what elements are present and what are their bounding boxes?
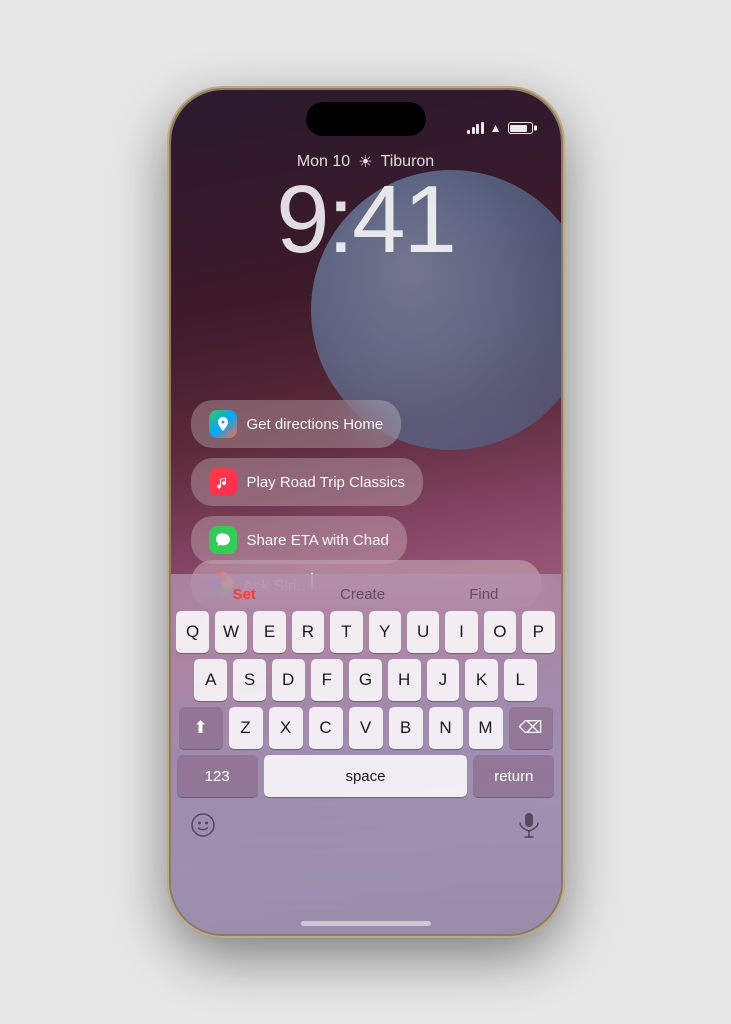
mode-find[interactable]: Find — [453, 582, 514, 607]
key-w[interactable]: W — [215, 611, 247, 653]
key-y[interactable]: Y — [369, 611, 401, 653]
suggestion-music[interactable]: Play Road Trip Classics — [191, 458, 423, 506]
key-c[interactable]: C — [309, 707, 343, 749]
suggestion-music-text: Play Road Trip Classics — [247, 474, 405, 491]
key-n[interactable]: N — [429, 707, 463, 749]
siri-modes-row: Set Create Find — [171, 574, 561, 611]
suggestion-directions-text: Get directions Home — [247, 416, 384, 433]
dynamic-island — [306, 102, 426, 136]
messages-icon — [209, 526, 237, 554]
key-p[interactable]: P — [522, 611, 554, 653]
key-m[interactable]: M — [469, 707, 503, 749]
key-k[interactable]: K — [465, 659, 498, 701]
key-e[interactable]: E — [253, 611, 285, 653]
key-b[interactable]: B — [389, 707, 423, 749]
key-d[interactable]: D — [272, 659, 305, 701]
signal-icon — [467, 122, 484, 134]
key-z[interactable]: Z — [229, 707, 263, 749]
key-l[interactable]: L — [504, 659, 537, 701]
music-icon — [209, 468, 237, 496]
home-indicator — [301, 921, 431, 926]
microphone-button[interactable] — [507, 803, 551, 847]
key-j[interactable]: J — [427, 659, 460, 701]
key-shift[interactable]: ⬆ — [179, 707, 223, 749]
key-o[interactable]: O — [484, 611, 516, 653]
key-g[interactable]: G — [349, 659, 382, 701]
key-row-4: 123 space return — [177, 755, 555, 797]
lock-screen: Mon 10 ☀ Tiburon 9:41 Get directions Hom… — [171, 90, 561, 934]
key-h[interactable]: H — [388, 659, 421, 701]
keyboard-area: Set Create Find Q W E R T Y U I O P — [171, 574, 561, 934]
phone-frame: ▲ Mon 10 ☀ Tiburon 9:41 Get directions — [171, 90, 561, 934]
key-i[interactable]: I — [445, 611, 477, 653]
key-v[interactable]: V — [349, 707, 383, 749]
suggestion-messages[interactable]: Share ETA with Chad — [191, 516, 407, 564]
battery-icon — [508, 122, 533, 134]
key-t[interactable]: T — [330, 611, 362, 653]
suggestion-messages-text: Share ETA with Chad — [247, 532, 389, 549]
time-display: 9:41 — [171, 172, 561, 268]
key-delete[interactable]: ⌫ — [509, 707, 553, 749]
status-icons: ▲ — [467, 121, 532, 135]
maps-icon — [209, 410, 237, 438]
key-s[interactable]: S — [233, 659, 266, 701]
key-q[interactable]: Q — [176, 611, 208, 653]
key-space[interactable]: space — [264, 755, 467, 797]
key-a[interactable]: A — [194, 659, 227, 701]
key-u[interactable]: U — [407, 611, 439, 653]
key-r[interactable]: R — [292, 611, 324, 653]
key-row-1: Q W E R T Y U I O P — [177, 611, 555, 653]
emoji-button[interactable] — [181, 803, 225, 847]
mode-create[interactable]: Create — [324, 582, 401, 607]
key-123[interactable]: 123 — [177, 755, 258, 797]
key-f[interactable]: F — [311, 659, 344, 701]
wifi-icon: ▲ — [490, 121, 502, 135]
key-x[interactable]: X — [269, 707, 303, 749]
keyboard-bottom — [171, 803, 561, 855]
key-row-2: A S D F G H J K L — [177, 659, 555, 701]
suggestion-directions[interactable]: Get directions Home — [191, 400, 402, 448]
mode-set[interactable]: Set — [217, 582, 272, 607]
siri-suggestions: Get directions Home Play Road Trip Class… — [191, 400, 541, 564]
keyboard: Q W E R T Y U I O P A S D F G — [171, 611, 561, 797]
key-return[interactable]: return — [473, 755, 554, 797]
key-row-3: ⬆ Z X C V B N M ⌫ — [177, 707, 555, 749]
